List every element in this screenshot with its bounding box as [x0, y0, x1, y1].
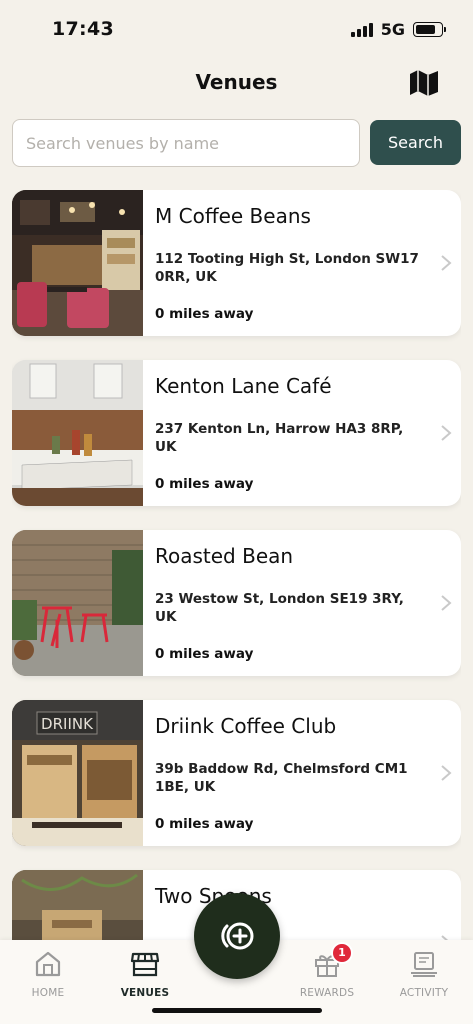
photo-sign-text: DRIINK: [41, 715, 94, 733]
venue-distance: 0 miles away: [155, 476, 254, 492]
venue-address: 23 Westow St, London SE19 3RY, UK: [155, 591, 404, 625]
venue-photo: DRIINK: [12, 700, 143, 846]
home-indicator: [152, 1008, 322, 1013]
venue-distance: 0 miles away: [155, 646, 254, 662]
chevron-right-icon: [441, 765, 452, 781]
nav-rewards-label: REWARDS: [299, 987, 355, 999]
venue-card[interactable]: DRIINK Driink Coffee Club 39b Baddow Rd,…: [12, 700, 461, 846]
venue-distance: 0 miles away: [155, 306, 254, 322]
laptop-icon: [411, 952, 437, 977]
venue-card[interactable]: Kenton Lane Café 237 Kenton Ln, Harrow H…: [12, 360, 461, 506]
venue-list[interactable]: M Coffee Beans 112 Tooting High St, Lond…: [12, 190, 461, 940]
add-coffee-button[interactable]: [194, 893, 280, 979]
nav-rewards[interactable]: 1 REWARDS: [287, 942, 367, 999]
status-indicators: 5G: [350, 20, 446, 39]
venue-address: 112 Tooting High St, London SW17 0RR, UK: [155, 251, 419, 285]
venue-card[interactable]: M Coffee Beans 112 Tooting High St, Lond…: [12, 190, 461, 336]
map-icon: [410, 70, 438, 96]
status-time: 17:43: [52, 18, 114, 40]
search-input[interactable]: [12, 119, 360, 167]
map-button[interactable]: [407, 66, 441, 100]
network-label: 5G: [380, 20, 405, 39]
venue-address: 39b Baddow Rd, Chelmsford CM1 1BE, UK: [155, 761, 408, 795]
nav-venues-label: VENUES: [120, 987, 170, 999]
venue-photo: [12, 360, 143, 506]
chevron-right-icon: [441, 255, 452, 271]
venue-name: M Coffee Beans: [155, 204, 311, 228]
nav-home-label: HOME: [31, 987, 65, 999]
venue-photo: [12, 190, 143, 336]
chevron-right-icon: [441, 595, 452, 611]
home-icon: [35, 951, 61, 977]
chevron-right-icon: [441, 935, 449, 940]
rewards-badge: 1: [331, 942, 353, 964]
status-bar: 17:43 5G: [0, 0, 473, 60]
chevron-right-icon: [441, 425, 452, 441]
battery-icon: [413, 22, 446, 37]
nav-activity[interactable]: ACTIVITY: [384, 948, 464, 999]
store-icon: [130, 952, 160, 977]
nav-home[interactable]: HOME: [8, 948, 88, 999]
venue-name: Driink Coffee Club: [155, 714, 337, 738]
search-button[interactable]: Search: [370, 120, 461, 165]
venue-name: Roasted Bean: [155, 544, 294, 568]
nav-activity-label: ACTIVITY: [399, 987, 449, 999]
page-title: Venues: [195, 70, 278, 94]
nav-venues[interactable]: VENUES: [105, 948, 185, 999]
venue-address: 237 Kenton Ln, Harrow HA3 8RP, UK: [155, 421, 404, 455]
venue-photo: [12, 870, 143, 940]
venue-photo: [12, 530, 143, 676]
venue-name: Kenton Lane Café: [155, 374, 332, 398]
venue-distance: 0 miles away: [155, 816, 254, 832]
signal-icon: [350, 22, 373, 37]
venue-card[interactable]: Roasted Bean 23 Westow St, London SE19 3…: [12, 530, 461, 676]
add-circle-icon: [221, 922, 254, 950]
